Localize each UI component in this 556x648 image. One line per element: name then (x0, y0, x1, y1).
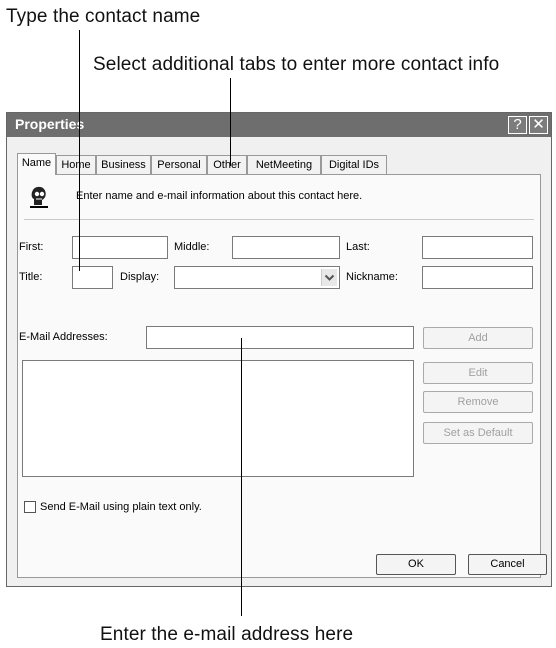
display-label: Display: (120, 271, 160, 283)
callout-line-contact-name (79, 30, 80, 271)
email-input[interactable] (146, 326, 414, 349)
callout-contact-name: Type the contact name (6, 6, 201, 27)
tab-digital-ids[interactable]: Digital IDs (321, 155, 387, 174)
tab-name[interactable]: Name (17, 153, 56, 175)
tab-other[interactable]: Other (207, 155, 247, 174)
cancel-button[interactable]: Cancel (468, 554, 547, 575)
contact-head-icon (30, 186, 48, 208)
name-tab-panel: Enter name and e-mail information about … (17, 174, 541, 578)
email-label: E-Mail Addresses: (19, 331, 108, 343)
dropdown-arrow-icon[interactable] (321, 269, 337, 286)
callout-additional-tabs: Select additional tabs to enter more con… (93, 54, 500, 75)
add-button[interactable]: Add (423, 327, 533, 349)
first-name-field[interactable] (72, 236, 168, 259)
header-separator (24, 219, 534, 220)
display-select[interactable] (174, 266, 340, 289)
remove-button[interactable]: Remove (423, 391, 533, 413)
callout-email-address: Enter the e-mail address here (100, 624, 354, 645)
properties-dialog: Properties ? ✕ Name Home Business Person… (6, 112, 552, 587)
ok-button[interactable]: OK (376, 554, 456, 575)
middle-label: Middle: (174, 241, 210, 253)
tab-business[interactable]: Business (96, 155, 151, 174)
nickname-field[interactable] (422, 266, 533, 289)
set-as-default-button[interactable]: Set as Default (423, 422, 533, 444)
first-label: First: (19, 241, 44, 253)
tab-personal[interactable]: Personal (151, 155, 207, 174)
plain-text-label: Send E-Mail using plain text only. (40, 501, 202, 513)
callout-line-email (241, 338, 242, 616)
edit-button[interactable]: Edit (423, 362, 533, 384)
help-icon[interactable]: ? (508, 116, 527, 134)
title-bar: Properties ? ✕ (7, 113, 551, 137)
tab-home[interactable]: Home (56, 155, 96, 174)
dialog-title: Properties (15, 116, 85, 132)
last-name-field[interactable] (422, 236, 533, 259)
last-label: Last: (346, 241, 370, 253)
title-label: Title: (19, 271, 43, 283)
plain-text-checkbox[interactable] (24, 501, 36, 513)
nickname-label: Nickname: (346, 271, 398, 283)
middle-name-field[interactable] (232, 236, 340, 259)
tab-netmeeting[interactable]: NetMeeting (247, 155, 321, 174)
callout-line-tabs (230, 78, 231, 166)
email-address-list[interactable] (22, 360, 414, 477)
description-text: Enter name and e-mail information about … (76, 190, 363, 202)
close-icon[interactable]: ✕ (529, 116, 548, 134)
